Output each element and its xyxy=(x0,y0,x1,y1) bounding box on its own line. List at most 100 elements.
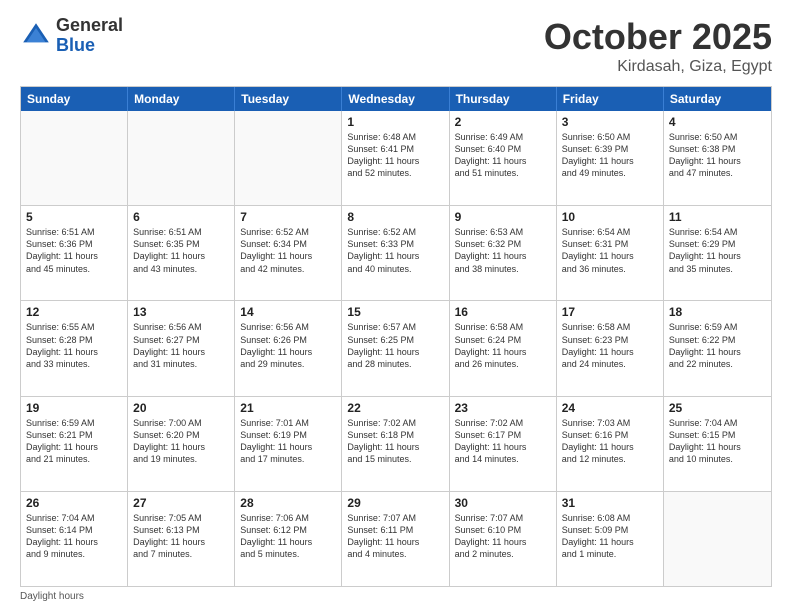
day-cell-5: 5 Sunrise: 6:51 AM Sunset: 6:36 PM Daylig… xyxy=(21,206,128,300)
day-cell-12: 12 Sunrise: 6:55 AM Sunset: 6:28 PM Dayli… xyxy=(21,301,128,395)
header-day-tuesday: Tuesday xyxy=(235,87,342,111)
day-info: Sunrise: 6:52 AM Sunset: 6:33 PM Dayligh… xyxy=(347,226,443,275)
calendar-week-5: 26 Sunrise: 7:04 AM Sunset: 6:14 PM Dayli… xyxy=(21,492,771,586)
day-number: 12 xyxy=(26,305,122,319)
day-number: 11 xyxy=(669,210,766,224)
day-number: 17 xyxy=(562,305,658,319)
day-cell-7: 7 Sunrise: 6:52 AM Sunset: 6:34 PM Daylig… xyxy=(235,206,342,300)
day-cell-3: 3 Sunrise: 6:50 AM Sunset: 6:39 PM Daylig… xyxy=(557,111,664,205)
day-info: Sunrise: 6:51 AM Sunset: 6:35 PM Dayligh… xyxy=(133,226,229,275)
day-info: Sunrise: 7:04 AM Sunset: 6:14 PM Dayligh… xyxy=(26,512,122,561)
day-number: 7 xyxy=(240,210,336,224)
day-cell-22: 22 Sunrise: 7:02 AM Sunset: 6:18 PM Dayli… xyxy=(342,397,449,491)
day-number: 14 xyxy=(240,305,336,319)
day-info: Sunrise: 7:03 AM Sunset: 6:16 PM Dayligh… xyxy=(562,417,658,466)
day-info: Sunrise: 6:59 AM Sunset: 6:22 PM Dayligh… xyxy=(669,321,766,370)
day-info: Sunrise: 7:06 AM Sunset: 6:12 PM Dayligh… xyxy=(240,512,336,561)
day-info: Sunrise: 7:07 AM Sunset: 6:10 PM Dayligh… xyxy=(455,512,551,561)
day-cell-10: 10Sunrise: 6:54 AM Sunset: 6:31 PM Dayli… xyxy=(557,206,664,300)
logo-icon xyxy=(20,20,52,52)
day-cell-19: 19Sunrise: 6:59 AM Sunset: 6:21 PM Dayli… xyxy=(21,397,128,491)
day-cell-16: 16Sunrise: 6:58 AM Sunset: 6:24 PM Dayli… xyxy=(450,301,557,395)
header-day-wednesday: Wednesday xyxy=(342,87,449,111)
empty-cell xyxy=(664,492,771,586)
day-cell-4: 4 Sunrise: 6:50 AM Sunset: 6:38 PM Daylig… xyxy=(664,111,771,205)
day-number: 30 xyxy=(455,496,551,510)
day-cell-23: 23 Sunrise: 7:02 AM Sunset: 6:17 PM Dayli… xyxy=(450,397,557,491)
day-info: Sunrise: 7:04 AM Sunset: 6:15 PM Dayligh… xyxy=(669,417,766,466)
day-info: Sunrise: 6:50 AM Sunset: 6:38 PM Dayligh… xyxy=(669,131,766,180)
footer-note: Daylight hours xyxy=(20,591,772,602)
day-info: Sunrise: 6:49 AM Sunset: 6:40 PM Dayligh… xyxy=(455,131,551,180)
day-number: 26 xyxy=(26,496,122,510)
header-day-sunday: Sunday xyxy=(21,87,128,111)
day-number: 20 xyxy=(133,401,229,415)
day-number: 24 xyxy=(562,401,658,415)
day-cell-27: 27 Sunrise: 7:05 AM Sunset: 6:13 PM Dayli… xyxy=(128,492,235,586)
day-cell-29: 29 Sunrise: 7:07 AM Sunset: 6:11 PM Dayli… xyxy=(342,492,449,586)
day-number: 10 xyxy=(562,210,658,224)
day-cell-21: 21 Sunrise: 7:01 AM Sunset: 6:19 PM Dayli… xyxy=(235,397,342,491)
day-info: Sunrise: 6:54 AM Sunset: 6:29 PM Dayligh… xyxy=(669,226,766,275)
day-info: Sunrise: 6:53 AM Sunset: 6:32 PM Dayligh… xyxy=(455,226,551,275)
day-info: Sunrise: 6:50 AM Sunset: 6:39 PM Dayligh… xyxy=(562,131,658,180)
day-info: Sunrise: 6:59 AM Sunset: 6:21 PM Dayligh… xyxy=(26,417,122,466)
day-number: 27 xyxy=(133,496,229,510)
calendar: SundayMondayTuesdayWednesdayThursdayFrid… xyxy=(20,86,772,587)
day-number: 8 xyxy=(347,210,443,224)
day-info: Sunrise: 6:55 AM Sunset: 6:28 PM Dayligh… xyxy=(26,321,122,370)
header-day-saturday: Saturday xyxy=(664,87,771,111)
day-info: Sunrise: 6:48 AM Sunset: 6:41 PM Dayligh… xyxy=(347,131,443,180)
daylight-label: Daylight hours xyxy=(20,591,84,602)
day-info: Sunrise: 7:07 AM Sunset: 6:11 PM Dayligh… xyxy=(347,512,443,561)
empty-cell xyxy=(21,111,128,205)
day-number: 31 xyxy=(562,496,658,510)
day-cell-26: 26 Sunrise: 7:04 AM Sunset: 6:14 PM Dayli… xyxy=(21,492,128,586)
day-cell-8: 8 Sunrise: 6:52 AM Sunset: 6:33 PM Daylig… xyxy=(342,206,449,300)
title-block: October 2025 Kirdasah, Giza, Egypt xyxy=(544,16,772,76)
day-number: 1 xyxy=(347,115,443,129)
logo-text: General Blue xyxy=(56,16,123,56)
day-info: Sunrise: 7:02 AM Sunset: 6:18 PM Dayligh… xyxy=(347,417,443,466)
day-cell-13: 13Sunrise: 6:56 AM Sunset: 6:27 PM Dayli… xyxy=(128,301,235,395)
day-info: Sunrise: 6:52 AM Sunset: 6:34 PM Dayligh… xyxy=(240,226,336,275)
day-number: 3 xyxy=(562,115,658,129)
day-cell-20: 20Sunrise: 7:00 AM Sunset: 6:20 PM Dayli… xyxy=(128,397,235,491)
day-info: Sunrise: 6:56 AM Sunset: 6:27 PM Dayligh… xyxy=(133,321,229,370)
day-number: 9 xyxy=(455,210,551,224)
day-number: 28 xyxy=(240,496,336,510)
day-number: 4 xyxy=(669,115,766,129)
day-info: Sunrise: 6:56 AM Sunset: 6:26 PM Dayligh… xyxy=(240,321,336,370)
calendar-week-3: 12 Sunrise: 6:55 AM Sunset: 6:28 PM Dayli… xyxy=(21,301,771,396)
day-number: 15 xyxy=(347,305,443,319)
calendar-week-1: 1 Sunrise: 6:48 AM Sunset: 6:41 PM Daylig… xyxy=(21,111,771,206)
page: General Blue October 2025 Kirdasah, Giza… xyxy=(0,0,792,612)
day-number: 5 xyxy=(26,210,122,224)
day-cell-6: 6Sunrise: 6:51 AM Sunset: 6:35 PM Daylig… xyxy=(128,206,235,300)
calendar-week-2: 5 Sunrise: 6:51 AM Sunset: 6:36 PM Daylig… xyxy=(21,206,771,301)
title-location: Kirdasah, Giza, Egypt xyxy=(544,58,772,76)
day-info: Sunrise: 6:51 AM Sunset: 6:36 PM Dayligh… xyxy=(26,226,122,275)
day-number: 23 xyxy=(455,401,551,415)
day-number: 29 xyxy=(347,496,443,510)
day-cell-18: 18 Sunrise: 6:59 AM Sunset: 6:22 PM Dayli… xyxy=(664,301,771,395)
day-cell-31: 31Sunrise: 6:08 AM Sunset: 5:09 PM Dayli… xyxy=(557,492,664,586)
day-cell-14: 14 Sunrise: 6:56 AM Sunset: 6:26 PM Dayli… xyxy=(235,301,342,395)
day-info: Sunrise: 7:01 AM Sunset: 6:19 PM Dayligh… xyxy=(240,417,336,466)
day-info: Sunrise: 6:57 AM Sunset: 6:25 PM Dayligh… xyxy=(347,321,443,370)
title-month: October 2025 xyxy=(544,16,772,58)
day-cell-25: 25Sunrise: 7:04 AM Sunset: 6:15 PM Dayli… xyxy=(664,397,771,491)
day-number: 21 xyxy=(240,401,336,415)
header-day-monday: Monday xyxy=(128,87,235,111)
day-cell-1: 1 Sunrise: 6:48 AM Sunset: 6:41 PM Daylig… xyxy=(342,111,449,205)
header: General Blue October 2025 Kirdasah, Giza… xyxy=(20,16,772,76)
day-number: 22 xyxy=(347,401,443,415)
day-info: Sunrise: 7:02 AM Sunset: 6:17 PM Dayligh… xyxy=(455,417,551,466)
day-number: 2 xyxy=(455,115,551,129)
day-info: Sunrise: 7:05 AM Sunset: 6:13 PM Dayligh… xyxy=(133,512,229,561)
day-number: 18 xyxy=(669,305,766,319)
day-cell-30: 30 Sunrise: 7:07 AM Sunset: 6:10 PM Dayli… xyxy=(450,492,557,586)
day-cell-11: 11 Sunrise: 6:54 AM Sunset: 6:29 PM Dayli… xyxy=(664,206,771,300)
logo-blue-text: Blue xyxy=(56,36,123,56)
day-cell-15: 15 Sunrise: 6:57 AM Sunset: 6:25 PM Dayli… xyxy=(342,301,449,395)
